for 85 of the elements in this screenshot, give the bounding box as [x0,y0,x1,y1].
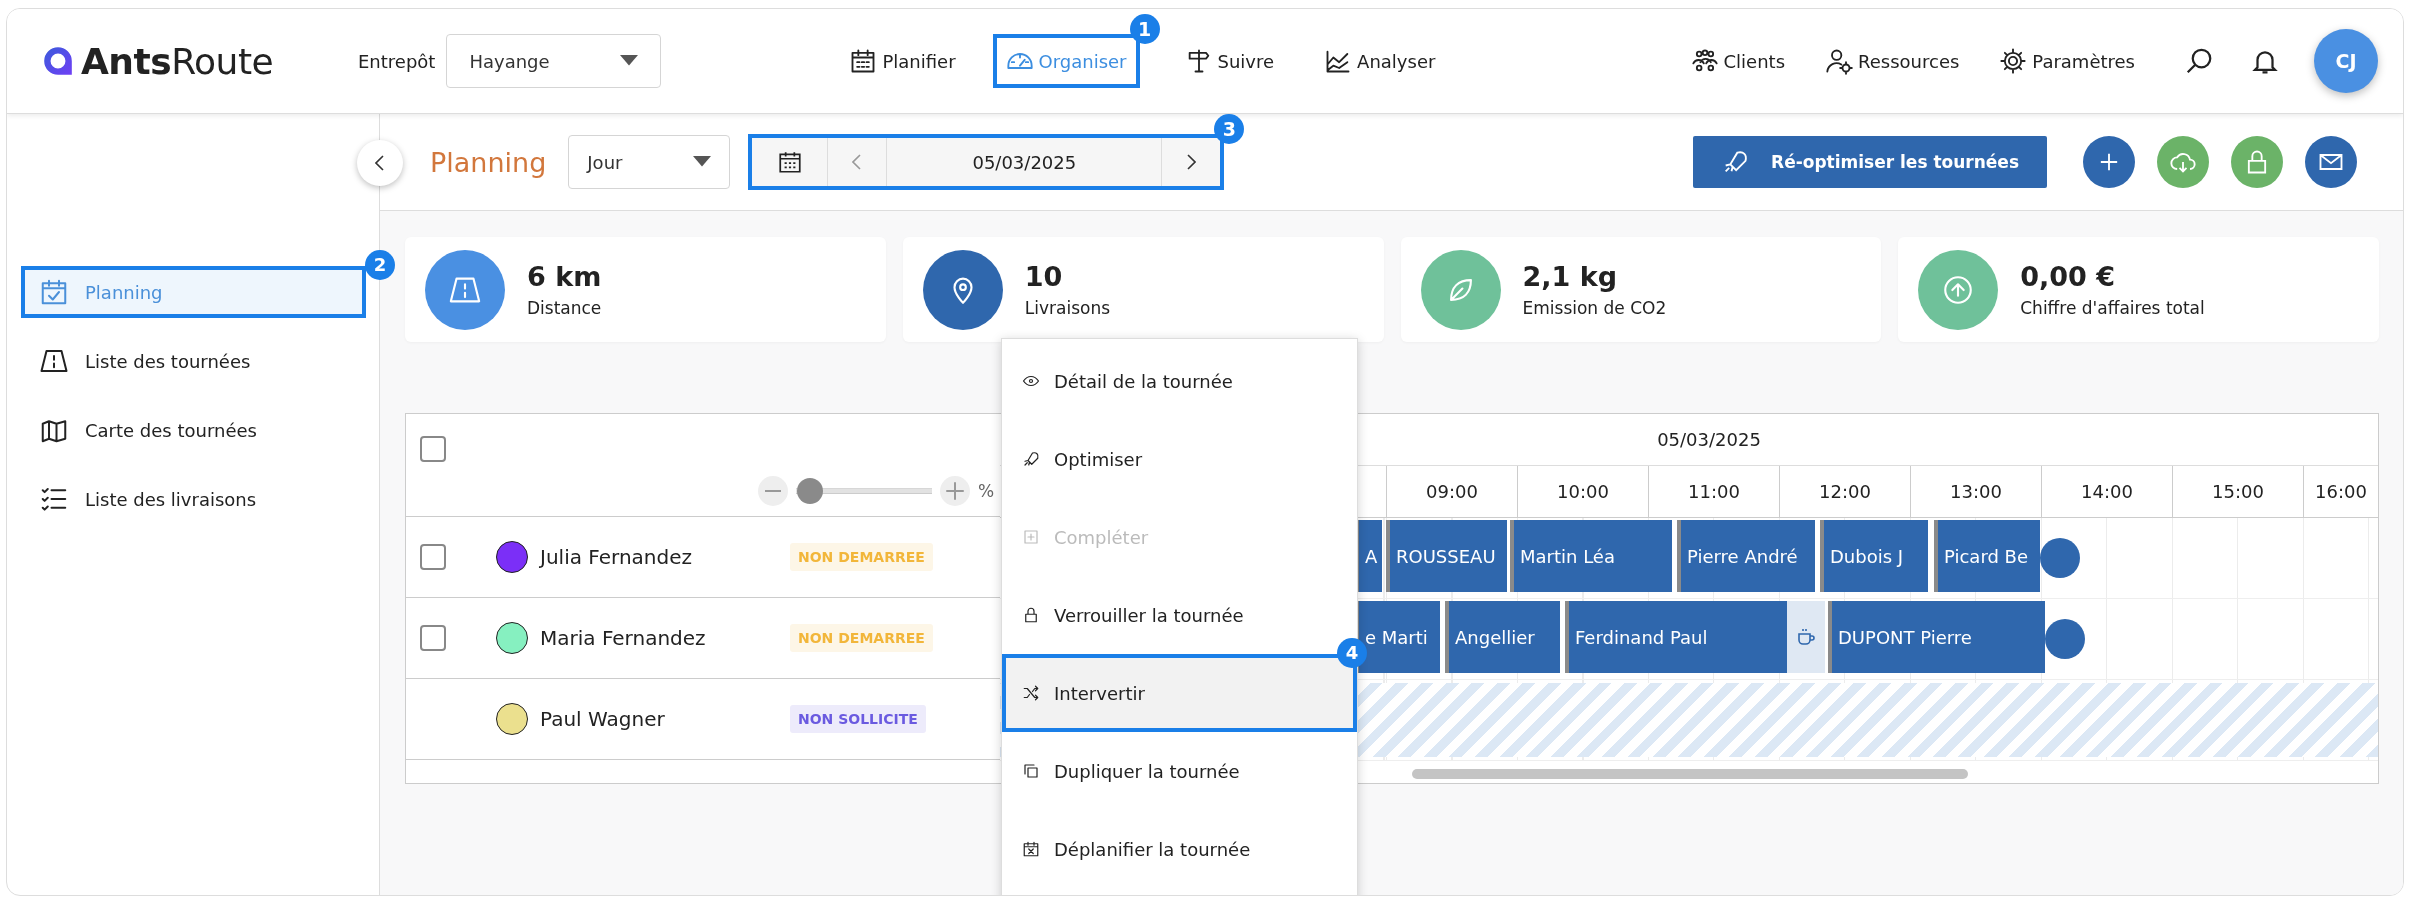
stat-value: 10 [1024,261,1064,292]
add-button[interactable] [2083,136,2135,188]
menu-item[interactable]: Déplanifier la tournée [1002,810,1357,888]
stat-label: Livraisons [1024,298,1111,318]
stat-value: 0,00 € [2020,261,2117,292]
logo-text: AntsRoute [81,40,274,82]
status-badge: NON DEMARREE [790,624,933,652]
hour-label: 14:00 [2041,466,2172,517]
chevron-left-icon [375,155,385,171]
sidebar-item[interactable]: Liste des livraisons [21,473,366,525]
next-day-button[interactable] [1162,138,1221,186]
hour-label: 09:00 [1386,466,1517,517]
hour-label: 16:00 [2303,466,2378,517]
sidebar-item[interactable]: Carte des tournées [21,404,366,456]
copy-icon [1022,762,1040,780]
delivery-bar[interactable]: Pierre André [1677,520,1815,592]
rocket-icon [1022,450,1040,468]
zoom-out-button[interactable] [758,476,788,506]
delivery-bar[interactable]: Ferdinand Paul [1565,601,1787,673]
mail-button[interactable] [2305,136,2357,188]
delivery-bar[interactable]: Martin Léa [1510,520,1672,592]
download-button[interactable] [2157,136,2209,188]
hour-label: 10:00 [1517,466,1648,517]
settings-icon [1999,47,2028,75]
status-badge: NON SOLLICITE [790,705,926,733]
caret-icon [693,156,712,168]
lock-button[interactable] [2231,136,2283,188]
nav-tab[interactable]: Analyser [1311,34,1449,88]
lock-icon [1022,606,1040,624]
minus-icon [765,490,781,492]
delivery-bar[interactable]: Picard Be [1934,520,2040,592]
timeline-date: 05/03/2025 [1657,429,1761,450]
stat-label: Distance [527,298,602,318]
delivery-bar[interactable]: Angellier [1445,601,1560,673]
zoom-unit: % [978,481,995,501]
driver-name: Julia Fernandez [540,545,693,569]
hour-label: 13:00 [1910,466,2041,517]
menu-item[interactable]: Détail de la tournée [1002,342,1357,420]
slider-thumb[interactable] [796,478,823,504]
stat-label: Chiffre d'affaires total [2020,298,2205,318]
delivery-bar[interactable]: ROUSSEAU [1386,520,1507,592]
sidebar-item[interactable]: Liste des tournées [21,335,366,387]
step-badge: 2 [365,250,395,280]
calendar-icon [776,149,803,175]
warehouse-label: Entrepôt [358,50,436,72]
date-field[interactable]: 05/03/2025 [886,138,1163,186]
header-link[interactable]: Paramètres [1986,34,2148,88]
warehouse-select[interactable]: Hayange [446,34,662,88]
hour-label: 12:00 [1779,466,1910,517]
stat-value: 2,1 kg [1522,261,1618,292]
calendar-x-icon [1022,840,1040,858]
menu-item[interactable]: Optimiser [1002,420,1357,498]
user-gear-icon [1825,47,1854,75]
nav-tab[interactable]: Planifier [836,34,969,88]
stat-value: 6 km [527,261,602,292]
view-select[interactable]: Jour [568,135,731,189]
shuffle-icon [1022,684,1040,702]
delivery-bar[interactable]: Dubois J [1820,520,1928,592]
caret-icon [620,55,639,67]
chevron-right-icon [1186,154,1197,170]
status-badge: NON DEMARREE [790,543,933,571]
reoptimize-button[interactable]: Ré-optimiser les tournées [1693,136,2047,188]
hour-label: 11:00 [1648,466,1779,517]
driver-name: Maria Fernandez [540,626,707,650]
logo-icon [41,44,75,78]
page-title: Planning [430,146,547,178]
stat-label: Emission de CO2 [1522,298,1667,318]
plus-icon [945,481,965,501]
header-link[interactable]: Clients [1677,34,1799,88]
scrollbar-thumb[interactable] [1412,769,1968,779]
header-link[interactable]: Ressources [1812,34,1973,88]
row-checkbox[interactable] [420,625,446,651]
calendar-check-icon [39,277,69,307]
select-all-checkbox[interactable] [420,436,446,462]
delivery-bar[interactable]: DUPONT Pierre [1828,601,2045,673]
zoom-in-button[interactable] [940,476,970,506]
chevron-left-icon [852,154,863,170]
driver-name: Paul Wagner [540,707,666,731]
hour-label: 15:00 [2172,466,2303,517]
calendar-button[interactable] [752,138,829,186]
search-icon[interactable] [2184,46,2214,76]
nav-tab[interactable]: Suivre [1171,34,1288,88]
break-block[interactable] [1787,601,1825,673]
menu-item[interactable]: Dupliquer la tournée [1002,732,1357,810]
row-checkbox[interactable] [420,544,446,570]
